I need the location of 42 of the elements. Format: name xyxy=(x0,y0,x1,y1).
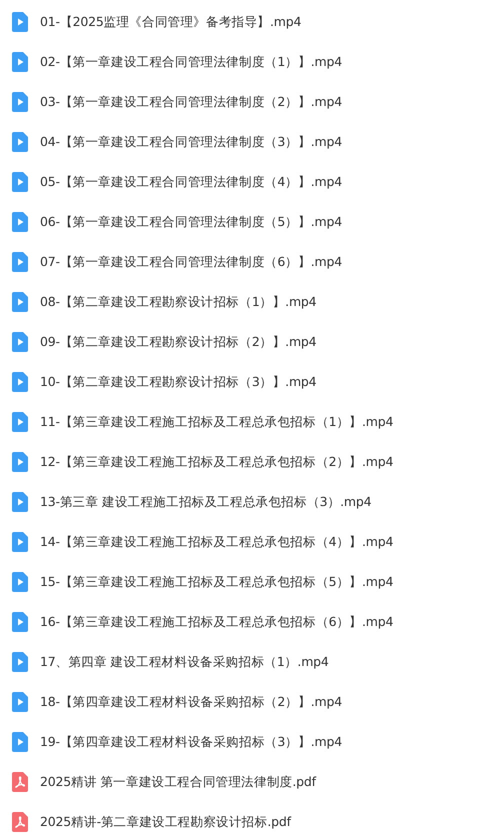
file-name[interactable]: 2025精讲-第二章建设工程勘察设计招标.pdf xyxy=(40,814,291,830)
file-name[interactable]: 19-【第四章建设工程材料设备采购招标（3）】.mp4 xyxy=(40,734,342,750)
file-name[interactable]: 11-【第三章建设工程施工招标及工程总承包招标（1）】.mp4 xyxy=(40,414,394,430)
video-file-icon xyxy=(12,92,28,112)
file-name[interactable]: 14-【第三章建设工程施工招标及工程总承包招标（4）】.mp4 xyxy=(40,534,394,550)
file-name[interactable]: 08-【第二章建设工程勘察设计招标（1）】.mp4 xyxy=(40,294,316,310)
video-file-icon xyxy=(12,692,28,712)
file-name[interactable]: 18-【第四章建设工程材料设备采购招标（2）】.mp4 xyxy=(40,694,342,710)
file-name[interactable]: 16-【第三章建设工程施工招标及工程总承包招标（6）】.mp4 xyxy=(40,614,394,630)
file-name[interactable]: 05-【第一章建设工程合同管理法律制度（4）】.mp4 xyxy=(40,174,342,190)
video-file-icon xyxy=(12,612,28,632)
video-file-icon xyxy=(12,652,28,672)
video-file-icon xyxy=(12,212,28,232)
file-name[interactable]: 15-【第三章建设工程施工招标及工程总承包招标（5）】.mp4 xyxy=(40,574,394,590)
file-name[interactable]: 01-【2025监理《合同管理》备考指导】.mp4 xyxy=(40,14,302,30)
video-file-icon xyxy=(12,532,28,552)
file-name[interactable]: 07-【第一章建设工程合同管理法律制度（6）】.mp4 xyxy=(40,254,342,270)
file-name[interactable]: 10-【第二章建设工程勘察设计招标（3）】.mp4 xyxy=(40,374,316,390)
video-file-icon xyxy=(12,572,28,592)
video-file-icon xyxy=(12,492,28,512)
file-name[interactable]: 09-【第二章建设工程勘察设计招标（2）】.mp4 xyxy=(40,334,316,350)
file-name[interactable]: 2025精讲 第一章建设工程合同管理法律制度.pdf xyxy=(40,774,316,790)
video-file-icon xyxy=(12,412,28,432)
file-name[interactable]: 12-【第三章建设工程施工招标及工程总承包招标（2）】.mp4 xyxy=(40,454,394,470)
video-file-icon xyxy=(12,132,28,152)
pdf-file-icon xyxy=(12,812,28,832)
video-file-icon xyxy=(12,452,28,472)
video-file-icon xyxy=(12,252,28,272)
file-name[interactable]: 06-【第一章建设工程合同管理法律制度（5）】.mp4 xyxy=(40,214,342,230)
pdf-file-icon xyxy=(12,772,28,792)
file-name[interactable]: 04-【第一章建设工程合同管理法律制度（3）】.mp4 xyxy=(40,134,342,150)
file-name[interactable]: 02-【第一章建设工程合同管理法律制度（1）】.mp4 xyxy=(40,54,342,70)
video-file-icon xyxy=(12,12,28,32)
video-file-icon xyxy=(12,372,28,392)
video-file-icon xyxy=(12,332,28,352)
video-file-icon xyxy=(12,172,28,192)
video-file-icon xyxy=(12,52,28,72)
file-name[interactable]: 03-【第一章建设工程合同管理法律制度（2）】.mp4 xyxy=(40,94,342,110)
video-file-icon xyxy=(12,292,28,312)
file-name[interactable]: 17、第四章 建设工程材料设备采购招标（1）.mp4 xyxy=(40,654,329,670)
video-file-icon xyxy=(12,732,28,752)
file-name[interactable]: 13-第三章 建设工程施工招标及工程总承包招标（3）.mp4 xyxy=(40,494,372,510)
